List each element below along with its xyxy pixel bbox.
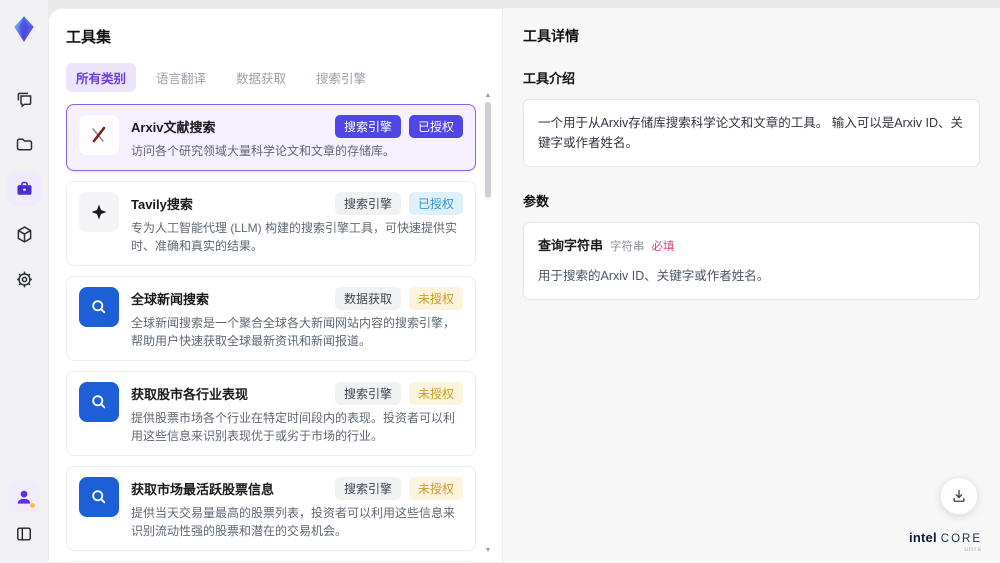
tool-title: Arxiv文献搜索 — [131, 120, 216, 135]
category-badge: 搜索引擎 — [334, 382, 401, 405]
stock-search-icon — [79, 477, 119, 517]
core-wordmark: CORE — [940, 533, 982, 545]
tool-title: 获取市场最活跃股票信息 — [131, 482, 275, 497]
category-badge: 数据获取 — [334, 287, 401, 310]
tool-title: 获取股市各行业表现 — [131, 387, 249, 402]
tool-card-arxiv[interactable]: Arxiv文献搜索 搜索引擎 已授权 访问各个研究领域大量科学论文和文章的存储库… — [66, 104, 476, 171]
sidebar-item-models[interactable] — [7, 217, 41, 251]
scroll-up-icon[interactable]: ▲ — [483, 92, 493, 100]
tools-panel: 工具集 所有类别 语言翻译 数据获取 搜索引擎 Arxiv文献搜索 搜索引擎 已… — [48, 8, 502, 563]
status-dot — [30, 503, 35, 508]
ultra-label: ultra — [964, 546, 982, 553]
tool-card-global-news[interactable]: 全球新闻搜索 数据获取 未授权 全球新闻搜索是一个聚合全球各大新闻网站内容的搜索… — [66, 276, 476, 361]
tool-card-tavily[interactable]: Tavily搜索 搜索引擎 已授权 专为人工智能代理 (LLM) 构建的搜索引擎… — [66, 181, 476, 266]
page-title: 工具集 — [66, 29, 112, 46]
tab-search-engine[interactable]: 搜索引擎 — [306, 63, 376, 92]
param-type: 字符串 — [610, 241, 645, 253]
tool-description: 提供当天交易量最高的股票列表，投资者可以利用这些信息来识别流动性强的股票和潜在的… — [131, 506, 456, 538]
params-section-title: 参数 — [523, 194, 550, 209]
auth-badge: 未授权 — [408, 287, 463, 310]
category-tabs: 所有类别 语言翻译 数据获取 搜索引擎 — [66, 63, 476, 92]
chat-icon — [17, 92, 31, 108]
tavily-icon — [79, 192, 119, 232]
main-panel: 工具集 所有类别 语言翻译 数据获取 搜索引擎 Arxiv文献搜索 搜索引擎 已… — [48, 8, 1000, 563]
auth-badge: 未授权 — [408, 477, 463, 500]
sidebar-item-chat[interactable] — [7, 82, 41, 116]
sidebar-item-toolbox[interactable] — [7, 172, 41, 206]
auth-badge: 已授权 — [408, 115, 463, 138]
tool-card-sector-performance[interactable]: 获取股市各行业表现 搜索引擎 未授权 提供股票市场各个行业在特定时间段内的表现。… — [66, 371, 476, 456]
tool-card-most-active-stocks[interactable]: 获取市场最活跃股票信息 搜索引擎 未授权 提供当天交易量最高的股票列表，投资者可… — [66, 466, 476, 551]
intel-core-logo: intel CORE ultra — [909, 530, 982, 553]
sidebar-item-settings[interactable] — [7, 262, 41, 296]
news-search-icon — [79, 287, 119, 327]
category-badge: 搜索引擎 — [334, 477, 401, 500]
list-scrollbar: ▲ ▼ — [483, 92, 493, 555]
category-badge: 搜索引擎 — [334, 192, 401, 215]
gear-icon — [16, 271, 32, 287]
category-badge: 搜索引擎 — [334, 115, 401, 138]
download-button[interactable] — [940, 477, 978, 515]
tool-intro-box: 一个用于从Arxiv存储库搜索科学论文和文章的工具。 输入可以是Arxiv ID… — [523, 99, 980, 167]
intel-wordmark: intel — [909, 530, 937, 545]
folder-icon — [16, 138, 32, 150]
param-required-badge: 必填 — [651, 241, 675, 253]
tool-description: 全球新闻搜索是一个聚合全球各大新闻网站内容的搜索引擎，帮助用户快速获取全球最新资… — [131, 316, 456, 348]
tool-title: 全球新闻搜索 — [131, 292, 210, 307]
tool-list: Arxiv文献搜索 搜索引擎 已授权 访问各个研究领域大量科学论文和文章的存储库… — [66, 104, 476, 563]
tool-description: 访问各个研究领域大量科学论文和文章的存储库。 — [131, 144, 396, 158]
tab-translation[interactable]: 语言翻译 — [146, 63, 216, 92]
param-box: 查询字符串 字符串 必填 用于搜索的Arxiv ID、关键字或作者姓名。 — [523, 222, 980, 300]
sidebar-toggle-button[interactable] — [7, 517, 41, 551]
download-icon — [953, 489, 965, 502]
tab-data-fetch[interactable]: 数据获取 — [226, 63, 296, 92]
param-description: 用于搜索的Arxiv ID、关键字或作者姓名。 — [538, 268, 770, 283]
auth-badge: 未授权 — [408, 382, 463, 405]
user-avatar-button[interactable] — [8, 481, 40, 513]
stock-search-icon — [79, 382, 119, 422]
sidebar-rail — [0, 0, 48, 563]
tab-all-categories[interactable]: 所有类别 — [66, 63, 137, 92]
scroll-down-icon[interactable]: ▼ — [483, 547, 493, 555]
sidebar-item-files[interactable] — [7, 127, 41, 161]
arxiv-icon — [79, 115, 119, 155]
cube-icon — [17, 225, 31, 243]
scrollbar-thumb[interactable] — [485, 102, 491, 198]
tool-description: 专为人工智能代理 (LLM) 构建的搜索引擎工具，可快速提供实时、准确和真实的结… — [131, 221, 458, 253]
tool-title: Tavily搜索 — [131, 197, 193, 212]
panel-icon — [17, 527, 31, 541]
tool-description: 提供股票市场各个行业在特定时间段内的表现。投资者可以利用这些信息来识别表现优于或… — [131, 411, 456, 443]
tool-detail-panel: 工具详情 工具介绍 一个用于从Arxiv存储库搜索科学论文和文章的工具。 输入可… — [502, 8, 1000, 563]
auth-badge: 已授权 — [408, 192, 463, 215]
intro-section-title: 工具介绍 — [523, 71, 576, 86]
app-logo — [8, 12, 40, 46]
toolbox-icon — [17, 181, 31, 195]
param-name: 查询字符串 — [538, 238, 604, 253]
detail-title: 工具详情 — [523, 28, 579, 44]
